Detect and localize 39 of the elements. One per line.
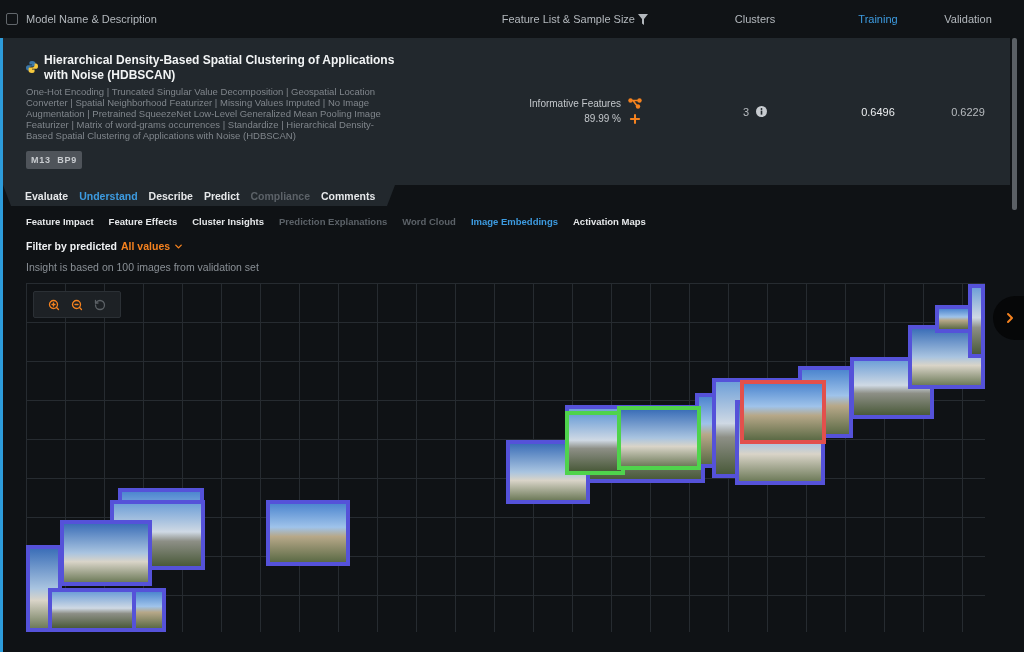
tab[interactable]: Comments: [321, 189, 376, 202]
tab[interactable]: Predict: [203, 189, 240, 202]
zoom-in-icon: [47, 298, 60, 311]
model-description: One-Hot Encoding | Truncated Singular Value Decomposition | Geospatial Location Converter | Spatial Neighborhood Featurizer | Missing Values Imputed | No Image Augmentation | Pretrained SqueezeNet Low-Level Generalized Mean Pooling Image Featurizer | Matrix of word-grams occurrences | Standardize | Hierarchical Density-Based Spatial Clustering of Applications with Noise (HDBSCAN): [26, 86, 382, 141]
model-title: Hierarchical Density-Based Spatial Clustering of Applications with Noise (HDBSCAN): [44, 53, 396, 83]
next-button[interactable]: [993, 296, 1024, 340]
tab[interactable]: Understand: [79, 189, 138, 202]
sub-tab[interactable]: Cluster Insights: [192, 215, 264, 227]
insight-note: Insight is based on 100 images from validation set: [26, 261, 259, 273]
python-logo-icon: [26, 61, 38, 73]
sub-tab[interactable]: Feature Impact: [26, 215, 94, 227]
sub-tab[interactable]: Feature Effects: [108, 215, 178, 227]
filter-label: Filter by predicted: [26, 240, 118, 252]
column-header[interactable]: Feature List & Sample Size: [501, 13, 635, 25]
tab[interactable]: Evaluate: [25, 189, 69, 202]
filter-dropdown[interactable]: All values: [121, 240, 185, 252]
validation-score: 0.6229: [951, 105, 985, 118]
training-score: 0.6496: [861, 105, 895, 118]
clusters-value: 3: [742, 105, 750, 118]
zoom-in-button[interactable]: [46, 297, 61, 312]
model-tag: M13 BP9: [26, 151, 83, 169]
filter-icon[interactable]: [638, 13, 648, 25]
sub-tab[interactable]: Image Embeddings: [470, 215, 558, 227]
zoom-out-icon: [71, 298, 83, 311]
column-header[interactable]: Model Name & Description: [26, 13, 157, 25]
sub-tab[interactable]: Activation Maps: [573, 215, 646, 227]
sample-size: 89.99 %: [583, 113, 621, 124]
reset-icon: [94, 298, 107, 311]
feature-list-name: Informative Features: [529, 97, 621, 109]
scrollbar[interactable]: [1012, 38, 1017, 210]
nodes-icon[interactable]: [628, 97, 642, 109]
tab[interactable]: Describe: [148, 189, 193, 202]
zoom-out-button[interactable]: [70, 297, 84, 312]
plus-icon[interactable]: [628, 111, 642, 126]
select-all-checkbox[interactable]: [6, 13, 18, 25]
column-header[interactable]: Validation: [944, 13, 992, 25]
column-header[interactable]: Clusters: [734, 13, 776, 25]
column-header[interactable]: Training: [858, 13, 898, 25]
info-icon: [756, 106, 768, 117]
